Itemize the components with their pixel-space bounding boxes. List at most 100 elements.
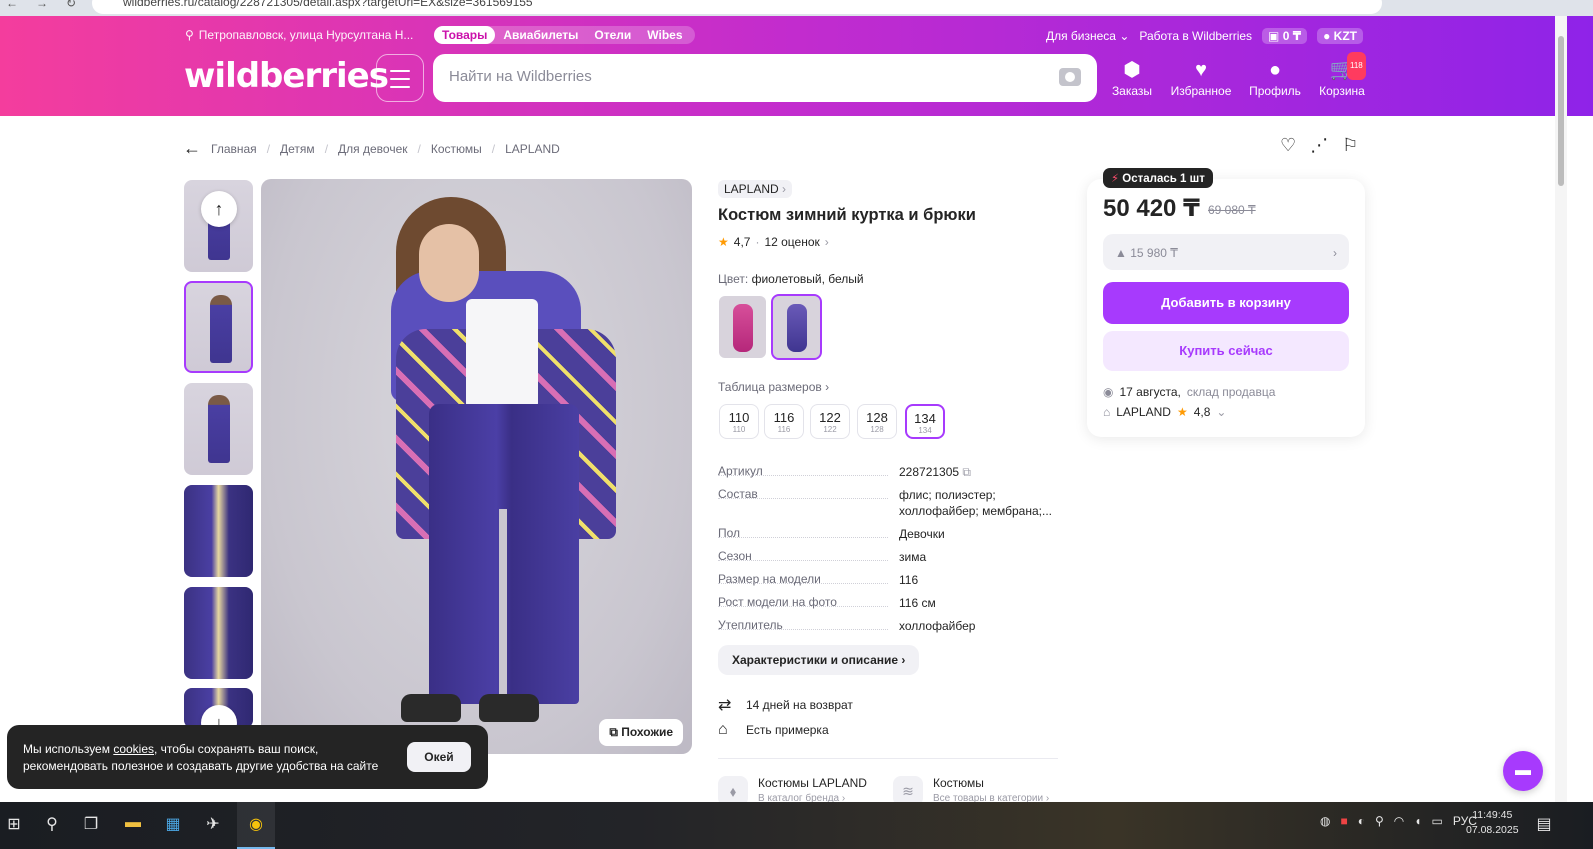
- reload-icon[interactable]: ↻: [66, 0, 76, 10]
- breadcrumb-item[interactable]: Для девочек: [338, 142, 407, 156]
- thumbnail[interactable]: [184, 587, 253, 679]
- wallet-discount-row[interactable]: ▲ 15 980 ₸ ›: [1103, 234, 1349, 270]
- windows-start-icon[interactable]: ⊞: [2, 814, 26, 834]
- current-price: 50 420 ₸: [1103, 195, 1200, 222]
- app-icon[interactable]: ✈: [201, 814, 225, 834]
- tab-goods[interactable]: Товары: [434, 26, 496, 44]
- chrome-icon[interactable]: ◉: [244, 814, 268, 834]
- store-icon[interactable]: ▦: [161, 814, 185, 834]
- business-link[interactable]: Для бизнеса ⌄: [1046, 29, 1129, 43]
- color-swatch-purple[interactable]: [771, 294, 822, 360]
- favorite-outline-icon[interactable]: ♡: [1280, 135, 1296, 156]
- cookie-link[interactable]: cookies: [113, 742, 154, 756]
- volume-icon[interactable]: ◖: [1414, 814, 1421, 828]
- hanger-icon: ⌂: [718, 721, 728, 738]
- similar-button[interactable]: ⧉ Похожие: [599, 719, 683, 746]
- scroll-up-button[interactable]: ↑: [201, 191, 237, 227]
- url-text[interactable]: wildberries.ru/catalog/228721305/detail.…: [123, 0, 533, 9]
- size-option[interactable]: 122 122: [810, 404, 850, 439]
- divider: [718, 758, 1058, 759]
- brand-link[interactable]: LAPLAND ›: [718, 180, 793, 198]
- search-bar: [433, 54, 1097, 102]
- balance-chip[interactable]: ▣ 0 ₸: [1262, 28, 1308, 44]
- currency-chip[interactable]: ● KZT: [1317, 28, 1363, 44]
- buy-now-button[interactable]: Купить сейчас: [1103, 331, 1349, 371]
- chevron-right-icon: ›: [1333, 246, 1337, 260]
- add-to-cart-button[interactable]: Добавить в корзину: [1103, 282, 1349, 324]
- thumbnail-selected[interactable]: [184, 281, 253, 373]
- chevron-down-icon: ⌄: [1119, 29, 1130, 43]
- header-top-links: Для бизнеса ⌄ Работа в Wildberries ▣ 0 ₸…: [1046, 28, 1363, 44]
- file-explorer-icon[interactable]: ▬: [121, 814, 145, 832]
- page-scrollbar[interactable]: [1555, 16, 1567, 802]
- tab-hotels[interactable]: Отели: [586, 26, 639, 44]
- clock[interactable]: 11:49:45 07.08.2025: [1466, 808, 1519, 838]
- size-table-link[interactable]: Таблица размеров ›: [718, 380, 829, 394]
- size-value: 134: [914, 411, 936, 426]
- return-arrows-icon: ⇄: [718, 697, 732, 714]
- orders-button[interactable]: ⬢ Заказы: [1097, 56, 1167, 98]
- old-price: 69 080 ₸: [1208, 203, 1256, 217]
- thumbnail[interactable]: [184, 485, 253, 577]
- notification-icon[interactable]: ▤: [1532, 814, 1556, 834]
- copy-icon[interactable]: ⧉: [962, 465, 971, 479]
- color-label: Цвет: фиолетовый, белый: [718, 272, 864, 286]
- cart-button[interactable]: 🛒 118 Корзина: [1307, 52, 1377, 98]
- app-tray-icon[interactable]: ◐: [1358, 814, 1365, 828]
- param-label: Пол: [718, 526, 741, 540]
- favorites-button[interactable]: ♥ Избранное: [1166, 56, 1236, 98]
- seller-rating: 4,8: [1193, 405, 1211, 419]
- back-icon[interactable]: ←: [6, 0, 18, 10]
- chat-button[interactable]: ▬: [1503, 751, 1543, 791]
- seller-name: LAPLAND: [1116, 405, 1171, 419]
- globe-icon: ●: [1323, 29, 1334, 43]
- location-icon[interactable]: ⚲: [1375, 814, 1384, 828]
- share-icon[interactable]: ⋰: [1310, 135, 1328, 156]
- breadcrumb-item[interactable]: LAPLAND: [505, 142, 560, 156]
- size-option[interactable]: 110 110: [719, 404, 759, 439]
- breadcrumb-item[interactable]: Главная: [211, 142, 257, 156]
- location-selector[interactable]: ⚲ Петропавловск, улица Нурсултана Н...: [185, 28, 413, 42]
- color-swatch-pink[interactable]: [719, 296, 766, 358]
- logo[interactable]: wildberries: [184, 56, 389, 96]
- fitting-text: Есть примерка: [746, 723, 829, 737]
- seller-info[interactable]: ⌂ LAPLAND ★ 4,8 ⌄: [1103, 405, 1226, 419]
- product-rating[interactable]: ★ 4,7 · 12 оценок ›: [718, 235, 829, 249]
- camera-search-icon[interactable]: [1059, 68, 1081, 86]
- size-option-selected[interactable]: 134 134: [905, 404, 945, 439]
- category-title: Костюмы: [933, 776, 984, 790]
- main-product-image[interactable]: ⧉ Похожие: [261, 179, 692, 754]
- breadcrumb-item[interactable]: Костюмы: [431, 142, 482, 156]
- wifi-icon[interactable]: ◠: [1394, 814, 1404, 828]
- article-value[interactable]: 228721305: [899, 465, 959, 479]
- browser-address-bar: ← → ↻ wildberries.ru/catalog/228721305/d…: [0, 0, 1593, 16]
- network-icon[interactable]: ▭: [1432, 814, 1443, 828]
- forward-icon[interactable]: →: [36, 0, 48, 10]
- price-card: ⚡ Осталась 1 шт 50 420 ₸ 69 080 ₸ ▲ 15 9…: [1087, 168, 1365, 437]
- tab-flights[interactable]: Авиабилеты: [495, 26, 586, 44]
- search-input[interactable]: [449, 68, 1009, 85]
- image-search-icon: ⧉: [609, 725, 622, 739]
- profile-button[interactable]: ● Профиль: [1240, 56, 1310, 98]
- box-icon: ⬢: [1123, 59, 1141, 81]
- size-option[interactable]: 128 128: [857, 404, 897, 439]
- clock-time: 11:49:45: [1472, 809, 1513, 821]
- param-row: Утеплитель холлофайбер: [718, 618, 1058, 636]
- profile-label: Профиль: [1249, 84, 1301, 98]
- chevron-right-icon: ›: [825, 380, 830, 394]
- cookie-accept-button[interactable]: Окей: [407, 742, 471, 772]
- breadcrumb-item[interactable]: Детям: [280, 142, 315, 156]
- thumbnail[interactable]: [184, 383, 253, 475]
- jobs-link[interactable]: Работа в Wildberries: [1139, 29, 1252, 43]
- menu-button[interactable]: [376, 54, 424, 102]
- tab-wibes[interactable]: Wibes: [639, 26, 690, 44]
- task-view-icon[interactable]: ❐: [79, 814, 103, 834]
- discord-icon[interactable]: ◍: [1320, 814, 1330, 828]
- search-icon[interactable]: ⚲: [40, 814, 64, 834]
- size-option[interactable]: 116 116: [764, 404, 804, 439]
- back-arrow-icon[interactable]: ←: [183, 138, 201, 159]
- delivery-source: склад продавца: [1186, 385, 1276, 399]
- characteristics-button[interactable]: Характеристики и описание ›: [718, 645, 920, 675]
- app-tray-icon[interactable]: ■: [1340, 814, 1347, 828]
- report-icon[interactable]: ⚐: [1342, 135, 1358, 156]
